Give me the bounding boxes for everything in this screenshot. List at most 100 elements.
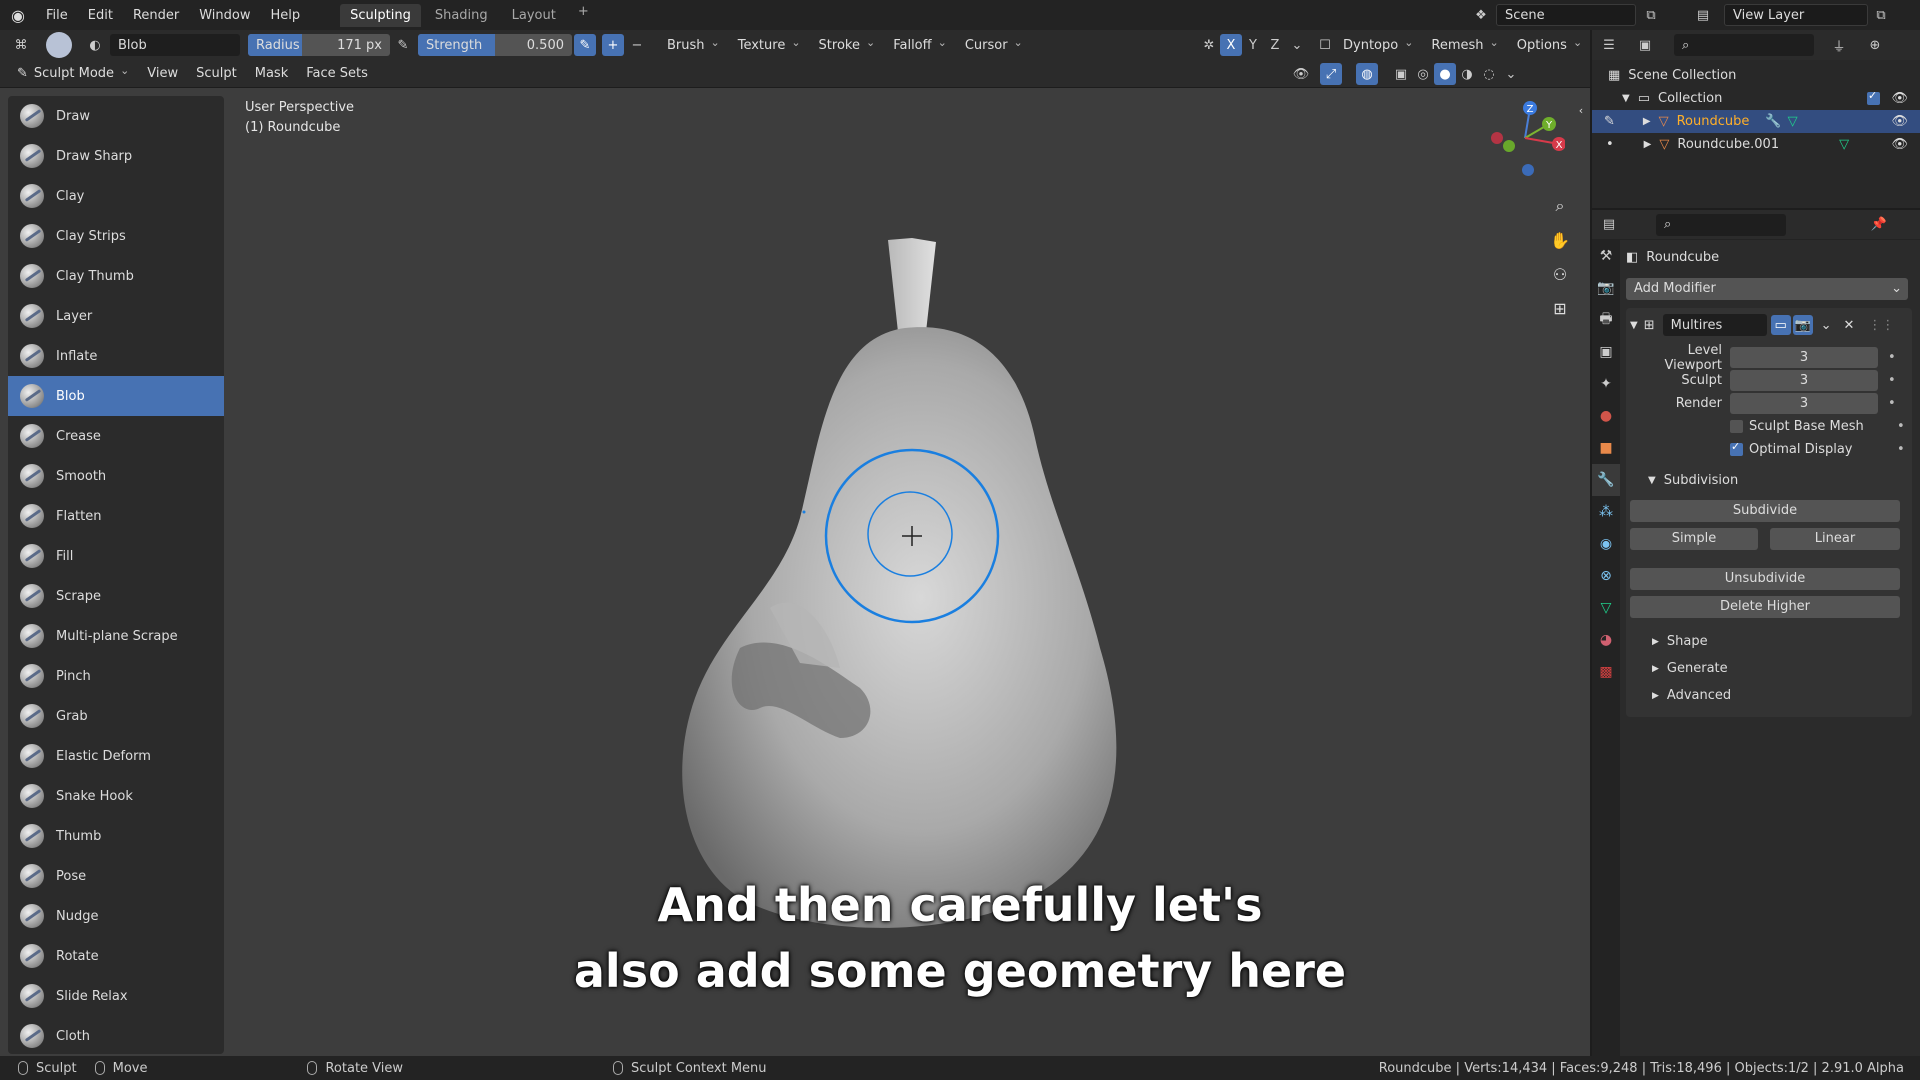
wireframe-shading-icon[interactable]: ◎ bbox=[1412, 63, 1434, 85]
collection-exclude-checkbox[interactable] bbox=[1867, 89, 1880, 105]
symmetry-dropdown-icon[interactable]: ⌄ bbox=[1286, 34, 1308, 56]
strength-field[interactable]: Strength 0.500 bbox=[418, 34, 572, 56]
scene-selector[interactable]: Scene bbox=[1496, 4, 1636, 26]
properties-search-input[interactable]: ⌕ bbox=[1656, 213, 1786, 236]
brush-name-field[interactable]: Blob bbox=[110, 34, 240, 56]
axis-z-toggle[interactable]: Z bbox=[1264, 34, 1286, 56]
expand-arrow-icon[interactable]: ▼ bbox=[1622, 93, 1630, 104]
show-viewport-icon[interactable]: ▭ bbox=[1770, 315, 1791, 335]
tool-clay-strips[interactable]: Clay Strips bbox=[8, 216, 224, 256]
new-collection-icon[interactable]: ⊕ bbox=[1864, 34, 1886, 56]
tool-draw-sharp[interactable]: Draw Sharp bbox=[8, 136, 224, 176]
radius-pressure-icon[interactable]: ✎ bbox=[392, 34, 414, 56]
keyframe-dot-icon[interactable]: • bbox=[1888, 396, 1896, 411]
display-mode-icon[interactable]: ▣ bbox=[1634, 34, 1656, 56]
tab-layout[interactable]: Layout bbox=[502, 4, 566, 27]
filter-icon[interactable]: ⏚ bbox=[1828, 34, 1850, 56]
generate-subpanel[interactable]: ▶ Generate bbox=[1630, 655, 1908, 682]
new-scene-icon[interactable]: ⧉ bbox=[1640, 4, 1662, 26]
add-modifier-dropdown[interactable]: Add Modifier ⌄ bbox=[1626, 278, 1908, 300]
falloff-menu[interactable]: Falloff bbox=[886, 34, 954, 56]
modifier-tab-icon[interactable]: 🔧 bbox=[1592, 464, 1620, 496]
remove-modifier-icon[interactable]: ✕ bbox=[1844, 318, 1855, 333]
render-tab-icon[interactable]: 📷 bbox=[1592, 272, 1620, 304]
scene-tab-icon[interactable]: ✦ bbox=[1592, 368, 1620, 400]
direction-subtract-button[interactable]: − bbox=[626, 34, 648, 56]
tool-inflate[interactable]: Inflate bbox=[8, 336, 224, 376]
brush-type-icon[interactable]: ◐ bbox=[84, 34, 106, 56]
roundcube-visibility-icon[interactable]: 👁 bbox=[1891, 114, 1908, 129]
gizmo-toggle-icon[interactable]: ⤢ bbox=[1320, 63, 1342, 85]
roundcube-001-visibility-icon[interactable]: 👁 bbox=[1891, 137, 1908, 152]
menu-view[interactable]: View bbox=[140, 63, 185, 85]
object-tab-icon[interactable]: ■ bbox=[1592, 432, 1620, 464]
tab-shading[interactable]: Shading bbox=[425, 4, 498, 27]
new-view-layer-icon[interactable]: ⧉ bbox=[1870, 4, 1892, 26]
sculpt-base-mesh-checkbox[interactable] bbox=[1730, 420, 1743, 433]
sidebar-toggle-icon[interactable]: ‹ bbox=[1574, 96, 1588, 124]
tool-clay[interactable]: Clay bbox=[8, 176, 224, 216]
view-layer-tab-icon[interactable]: ▣ bbox=[1592, 336, 1620, 368]
menu-mask[interactable]: Mask bbox=[248, 63, 295, 85]
brush-preview-icon[interactable] bbox=[46, 32, 72, 58]
shape-subpanel[interactable]: ▶ Shape bbox=[1630, 628, 1908, 655]
menu-face-sets[interactable]: Face Sets bbox=[299, 63, 375, 85]
xray-toggle-icon[interactable]: ▣ bbox=[1390, 63, 1412, 85]
mode-selector[interactable]: ✎ Sculpt Mode bbox=[10, 63, 136, 85]
optimal-display-checkbox[interactable] bbox=[1730, 440, 1743, 456]
drag-handle-icon[interactable]: ⋮⋮ bbox=[1868, 318, 1894, 333]
optimal-display-row[interactable]: Optimal Display • bbox=[1630, 438, 1908, 461]
expand-arrow-icon[interactable]: ▶ bbox=[1643, 116, 1651, 127]
dyntopo-checkbox[interactable]: ☐ bbox=[1314, 34, 1336, 56]
physics-tab-icon[interactable]: ◉ bbox=[1592, 528, 1620, 560]
solid-shading-icon[interactable]: ● bbox=[1434, 63, 1456, 85]
sculpt-level-value[interactable]: 3 bbox=[1730, 370, 1878, 391]
properties-editor-icon[interactable]: ▤ bbox=[1598, 214, 1620, 236]
tool-thumb[interactable]: Thumb bbox=[8, 816, 224, 856]
render-level-value[interactable]: 3 bbox=[1730, 393, 1878, 414]
modifier-menu-icon[interactable]: ⌄ bbox=[1821, 318, 1832, 333]
remesh-menu[interactable]: Remesh bbox=[1424, 34, 1505, 56]
gizmo-neg-z[interactable] bbox=[1522, 164, 1534, 176]
axis-x-toggle[interactable]: X bbox=[1220, 34, 1242, 56]
overlays-toggle-icon[interactable]: ◍ bbox=[1356, 63, 1378, 85]
editor-type-icon[interactable]: ⌘ bbox=[10, 34, 32, 56]
add-workspace-button[interactable]: + bbox=[570, 4, 597, 27]
axis-y-toggle[interactable]: Y bbox=[1242, 34, 1264, 56]
tool-multi-plane-scrape[interactable]: Multi-plane Scrape bbox=[8, 616, 224, 656]
collection-row[interactable]: ▼ ▭ Collection 👁 bbox=[1592, 87, 1920, 110]
gizmo-neg-y[interactable] bbox=[1503, 140, 1515, 152]
keyframe-dot-icon[interactable]: • bbox=[1897, 442, 1905, 457]
expand-arrow-icon[interactable]: ▶ bbox=[1644, 139, 1652, 150]
shading-dropdown-icon[interactable]: ⌄ bbox=[1500, 63, 1522, 85]
tool-snake-hook[interactable]: Snake Hook bbox=[8, 776, 224, 816]
tool-tab-icon[interactable]: ⚒ bbox=[1592, 240, 1620, 272]
view-layer-selector[interactable]: View Layer bbox=[1724, 4, 1868, 26]
ortho-grid-icon[interactable]: ⊞ bbox=[1546, 294, 1574, 322]
texture-menu[interactable]: Texture bbox=[731, 34, 808, 56]
pan-hand-icon[interactable]: ✋ bbox=[1546, 226, 1574, 254]
tool-crease[interactable]: Crease bbox=[8, 416, 224, 456]
particles-tab-icon[interactable]: ⁂ bbox=[1592, 496, 1620, 528]
data-tab-icon[interactable]: ▽ bbox=[1592, 592, 1620, 624]
scene-icon[interactable]: ❖ bbox=[1470, 4, 1492, 26]
texture-tab-icon[interactable]: ▩ bbox=[1592, 656, 1620, 688]
advanced-subpanel[interactable]: ▶ Advanced bbox=[1630, 682, 1908, 709]
keyframe-dot-icon[interactable]: • bbox=[1888, 373, 1896, 388]
tab-sculpting[interactable]: Sculpting bbox=[340, 3, 421, 27]
tool-scrape[interactable]: Scrape bbox=[8, 576, 224, 616]
unsubdivide-button[interactable]: Unsubdivide bbox=[1630, 568, 1900, 590]
tool-pinch[interactable]: Pinch bbox=[8, 656, 224, 696]
tool-grab[interactable]: Grab bbox=[8, 696, 224, 736]
collection-visibility-icon[interactable]: 👁 bbox=[1891, 91, 1908, 106]
tool-draw[interactable]: Draw bbox=[8, 96, 224, 136]
gizmo-neg-x[interactable] bbox=[1491, 132, 1503, 144]
radius-field[interactable]: Radius 171 px bbox=[248, 34, 390, 56]
level-viewport-value[interactable]: 3 bbox=[1730, 347, 1878, 368]
pin-icon[interactable]: 📌 bbox=[1868, 214, 1890, 236]
scene-collection-row[interactable]: ▦ Scene Collection bbox=[1592, 64, 1920, 87]
show-render-icon[interactable]: 📷 bbox=[1792, 315, 1813, 335]
options-menu[interactable]: Options bbox=[1510, 34, 1589, 56]
stroke-menu[interactable]: Stroke bbox=[812, 34, 883, 56]
tool-smooth[interactable]: Smooth bbox=[8, 456, 224, 496]
